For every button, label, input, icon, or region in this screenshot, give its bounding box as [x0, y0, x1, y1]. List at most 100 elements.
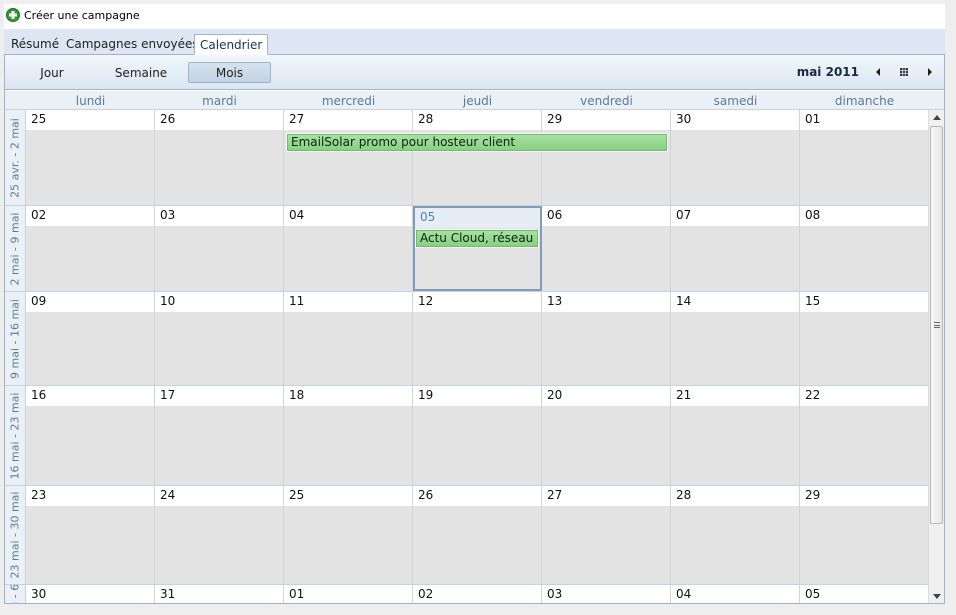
- week-range-label[interactable]: 2 mai - 9 mai: [5, 206, 26, 291]
- day-number[interactable]: 07: [671, 206, 799, 226]
- day-number[interactable]: 24: [155, 486, 283, 506]
- day-cell[interactable]: 01: [284, 585, 413, 603]
- day-cell[interactable]: 03: [155, 206, 284, 291]
- day-number[interactable]: 15: [800, 292, 928, 312]
- day-cell[interactable]: 08: [800, 206, 929, 291]
- day-number[interactable]: 05: [415, 208, 540, 228]
- day-cell[interactable]: 12: [413, 292, 542, 385]
- day-number[interactable]: 30: [671, 110, 799, 130]
- week-range-label[interactable]: 16 mai - 23 mai: [5, 386, 26, 485]
- day-number[interactable]: 31: [155, 585, 283, 603]
- day-number[interactable]: 13: [542, 292, 670, 312]
- day-number[interactable]: 04: [671, 585, 799, 603]
- day-number[interactable]: 27: [542, 486, 670, 506]
- tab-campagnes-envoyees[interactable]: Campagnes envoyées: [61, 34, 204, 55]
- day-cell[interactable]: 18: [284, 386, 413, 485]
- day-number[interactable]: 26: [155, 110, 283, 130]
- day-cell[interactable]: 25: [284, 486, 413, 584]
- day-cell[interactable]: 14: [671, 292, 800, 385]
- scroll-down-icon[interactable]: [932, 591, 942, 601]
- day-cell[interactable]: 04: [284, 206, 413, 291]
- week-range-label[interactable]: 9 mai - 16 mai: [5, 292, 26, 385]
- day-cell[interactable]: 30: [671, 110, 800, 205]
- day-cell[interactable]: 24: [155, 486, 284, 584]
- vertical-scrollbar[interactable]: [928, 110, 944, 603]
- day-cell[interactable]: 05: [800, 585, 929, 603]
- day-number[interactable]: 01: [800, 110, 928, 130]
- day-number[interactable]: 30: [26, 585, 154, 603]
- day-cell[interactable]: 28: [413, 110, 542, 205]
- day-cell[interactable]: 27: [542, 486, 671, 584]
- day-number[interactable]: 03: [542, 585, 670, 603]
- day-cell[interactable]: 17: [155, 386, 284, 485]
- day-cell[interactable]: 15: [800, 292, 929, 385]
- day-cell[interactable]: 19: [413, 386, 542, 485]
- day-cell[interactable]: 10: [155, 292, 284, 385]
- day-cell[interactable]: 25: [26, 110, 155, 205]
- view-day-button[interactable]: Jour: [15, 62, 89, 83]
- day-cell[interactable]: 02: [413, 585, 542, 603]
- week-range-label[interactable]: 23 mai - 30 mai: [5, 486, 26, 584]
- day-number[interactable]: 08: [800, 206, 928, 226]
- day-number[interactable]: 26: [413, 486, 541, 506]
- prev-period-button[interactable]: [870, 64, 886, 80]
- day-number[interactable]: 23: [26, 486, 154, 506]
- day-cell[interactable]: 29: [800, 486, 929, 584]
- day-number[interactable]: 29: [542, 110, 670, 130]
- day-number[interactable]: 21: [671, 386, 799, 406]
- day-number[interactable]: 29: [800, 486, 928, 506]
- day-cell[interactable]: 28: [671, 486, 800, 584]
- day-cell[interactable]: 04: [671, 585, 800, 603]
- view-month-button[interactable]: Mois: [188, 62, 271, 83]
- week-range-label[interactable]: 25 avr. - 2 mai: [5, 110, 26, 205]
- view-week-button[interactable]: Semaine: [101, 62, 181, 83]
- tab-calendrier[interactable]: Calendrier: [194, 34, 269, 55]
- week-range-label[interactable]: 30 mai - 6 juin: [5, 585, 26, 603]
- day-number[interactable]: 11: [284, 292, 412, 312]
- day-cell[interactable]: 30: [26, 585, 155, 603]
- day-number[interactable]: 28: [671, 486, 799, 506]
- day-number[interactable]: 25: [26, 110, 154, 130]
- day-cell[interactable]: 02: [26, 206, 155, 291]
- day-number[interactable]: 02: [413, 585, 541, 603]
- day-cell[interactable]: 16: [26, 386, 155, 485]
- day-number[interactable]: 03: [155, 206, 283, 226]
- day-cell[interactable]: 22: [800, 386, 929, 485]
- day-number[interactable]: 16: [26, 386, 154, 406]
- day-number[interactable]: 09: [26, 292, 154, 312]
- day-cell[interactable]: 21: [671, 386, 800, 485]
- day-cell[interactable]: 26: [413, 486, 542, 584]
- day-number[interactable]: 04: [284, 206, 412, 226]
- day-cell[interactable]: 09: [26, 292, 155, 385]
- day-number[interactable]: 01: [284, 585, 412, 603]
- day-number[interactable]: 22: [800, 386, 928, 406]
- day-number[interactable]: 28: [413, 110, 541, 130]
- day-number[interactable]: 10: [155, 292, 283, 312]
- day-number[interactable]: 12: [413, 292, 541, 312]
- day-cell[interactable]: 29: [542, 110, 671, 205]
- day-cell[interactable]: 20: [542, 386, 671, 485]
- calendar-event[interactable]: EmailSolar promo pour hosteur client: [286, 133, 668, 152]
- day-number[interactable]: 02: [26, 206, 154, 226]
- day-number[interactable]: 05: [800, 585, 928, 603]
- day-cell[interactable]: 06: [542, 206, 671, 291]
- tab-resume[interactable]: Résumé: [6, 34, 64, 55]
- scroll-up-icon[interactable]: [932, 113, 942, 123]
- create-campaign-button[interactable]: Créer une campagne: [6, 6, 140, 24]
- day-number[interactable]: 19: [413, 386, 541, 406]
- day-cell[interactable]: 11: [284, 292, 413, 385]
- day-cell[interactable]: 31: [155, 585, 284, 603]
- day-number[interactable]: 06: [542, 206, 670, 226]
- day-number[interactable]: 17: [155, 386, 283, 406]
- day-cell[interactable]: 07: [671, 206, 800, 291]
- day-cell[interactable]: 23: [26, 486, 155, 584]
- day-cell[interactable]: 13: [542, 292, 671, 385]
- calendar-event[interactable]: Actu Cloud, réseau: [415, 229, 539, 248]
- scrollbar-thumb[interactable]: [930, 126, 943, 524]
- calendar-picker-button[interactable]: [896, 64, 912, 80]
- day-cell[interactable]: 03: [542, 585, 671, 603]
- day-cell[interactable]: 01: [800, 110, 929, 205]
- day-number[interactable]: 27: [284, 110, 412, 130]
- day-cell[interactable]: 26: [155, 110, 284, 205]
- day-cell-today[interactable]: 05: [413, 206, 542, 291]
